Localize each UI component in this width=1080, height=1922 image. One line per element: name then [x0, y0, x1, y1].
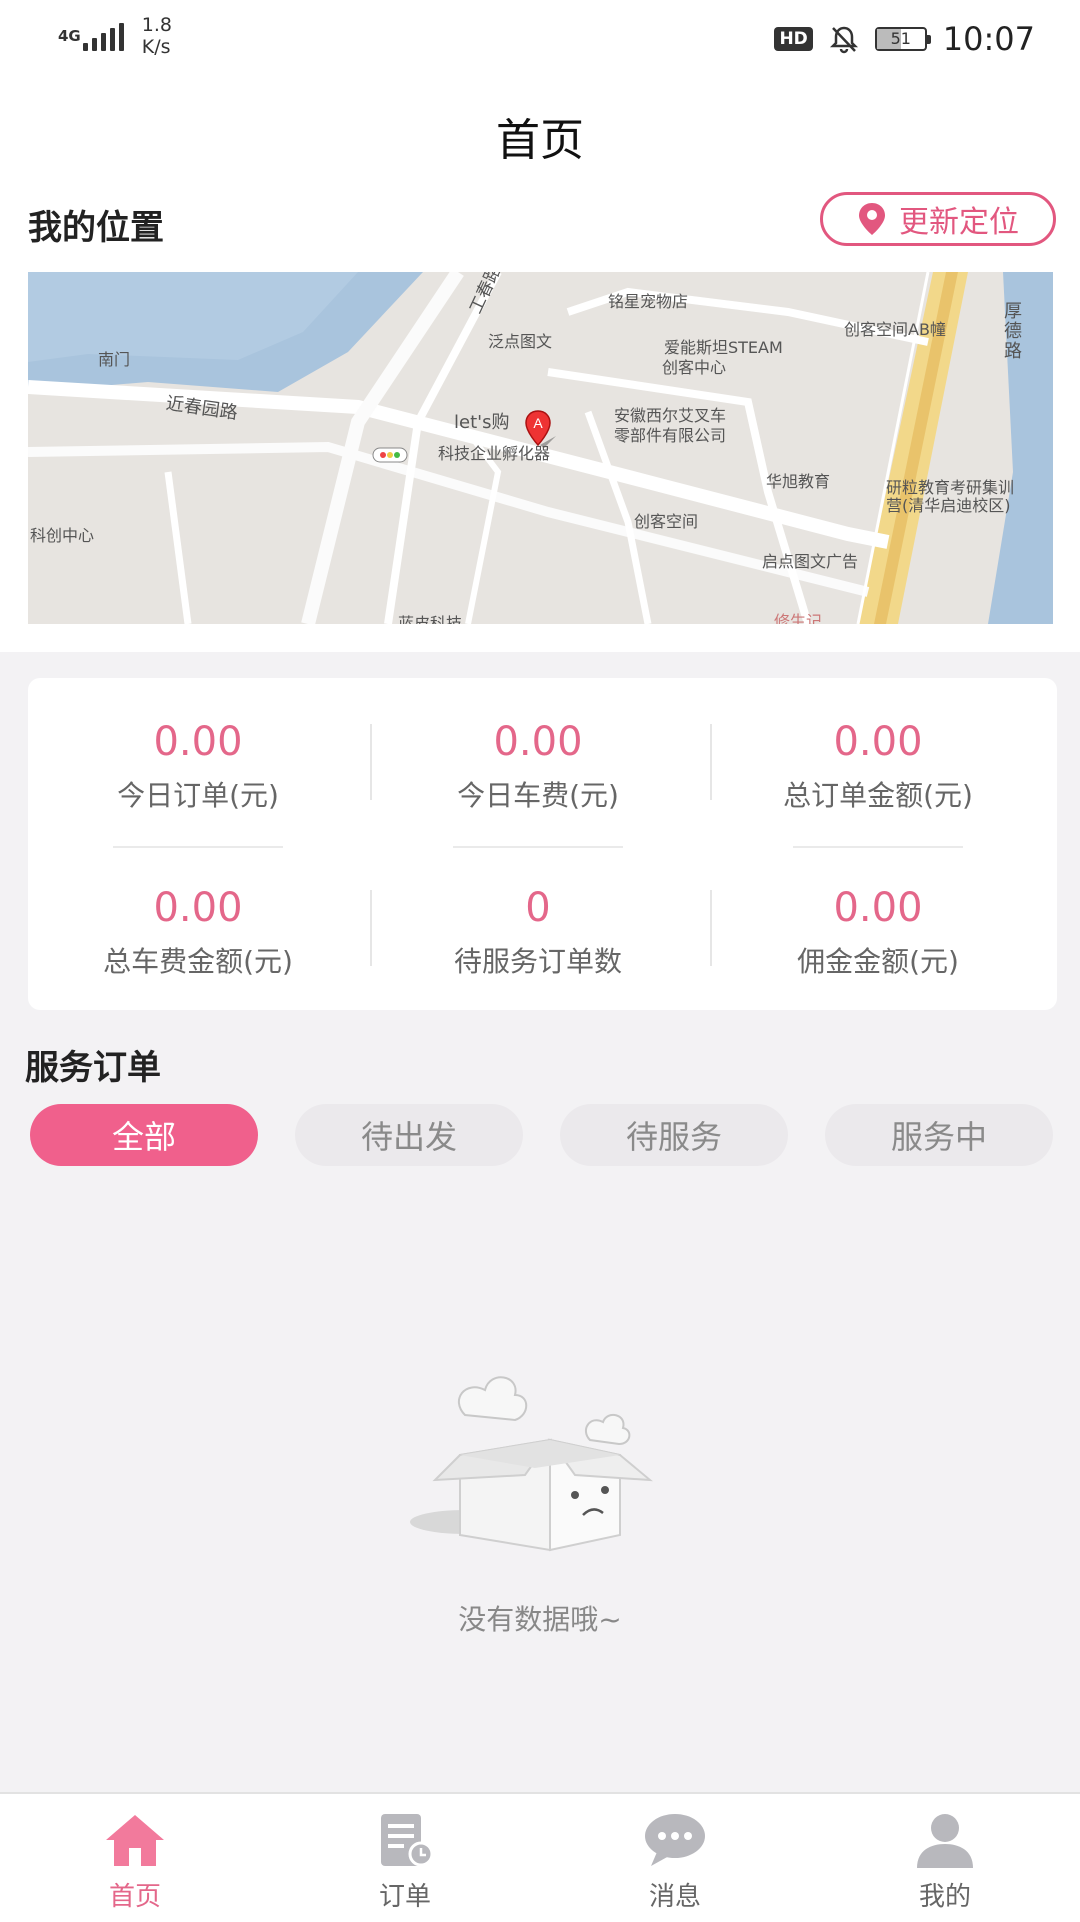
- stat-label: 待服务订单数: [453, 945, 622, 978]
- stat-commission: 0.00 佣金金额(元): [708, 884, 1048, 980]
- battery-level: 51: [890, 29, 911, 48]
- empty-box-icon: [410, 1376, 654, 1552]
- tab-all[interactable]: 全部: [30, 1104, 258, 1166]
- clock: 10:07: [942, 20, 1035, 58]
- status-right: HD 51 10:07: [774, 20, 1035, 58]
- nav-label: 消息: [648, 1882, 701, 1912]
- map-label-lets: let's购: [454, 412, 510, 433]
- nav-label: 订单: [378, 1882, 431, 1912]
- nav-item-orders[interactable]: 订单: [270, 1794, 540, 1922]
- order-icon: [381, 1814, 434, 1867]
- divider: [370, 890, 372, 966]
- header: 首页: [0, 76, 1080, 176]
- stat-value: 0.00: [493, 719, 583, 765]
- network-type: 4G: [58, 27, 81, 45]
- signal-icon: [82, 21, 124, 51]
- stat-label: 今日车费(元): [457, 779, 619, 812]
- location-pin-icon: [859, 203, 885, 235]
- map-label-pet: 铭星宠物店: [608, 292, 689, 311]
- stat-value: 0.00: [833, 719, 923, 765]
- map-label-forklift-co: 零部件有限公司: [614, 426, 727, 445]
- stat-pending-orders: 0 待服务订单数: [368, 884, 708, 980]
- status-bar: 4G 1.8 K/s HD 51 10:07: [0, 0, 1080, 76]
- stat-value: 0.00: [153, 719, 243, 765]
- map-label-huaxu: 华旭教育: [766, 472, 831, 491]
- stat-value: 0.00: [833, 885, 923, 931]
- nav-label: 首页: [108, 1882, 161, 1912]
- map-marker-letter: A: [533, 415, 543, 431]
- location-title: 我的位置: [28, 208, 164, 248]
- map-label-houde: 厚德路: [1004, 301, 1022, 362]
- map-label-yanli-campus: 营(清华启迪校区): [886, 496, 1011, 515]
- divider: [113, 846, 283, 848]
- tab-awaiting-departure[interactable]: 待出发: [295, 1104, 523, 1166]
- update-location-button[interactable]: 更新定位: [820, 192, 1056, 246]
- map-label-qidian: 启点图文广告: [762, 552, 859, 571]
- nav-item-profile[interactable]: 我的: [810, 1794, 1080, 1922]
- service-orders-title: 服务订单: [25, 1048, 161, 1088]
- map-label-kechuang: 科创中心: [30, 526, 95, 545]
- battery-icon: 51: [874, 27, 931, 51]
- empty-state-text: 没有数据哦~: [458, 1603, 622, 1636]
- divider: [710, 890, 712, 966]
- update-location-label: 更新定位: [899, 205, 1019, 240]
- location-section: 我的位置 更新定位 铭星宠物店 泛点图文 爱能斯坦STEAM 创客中心 创客空间…: [0, 176, 1080, 652]
- status-left: 4G 1.8 K/s: [58, 14, 172, 58]
- map-label-fandian: 泛点图文: [488, 332, 553, 351]
- map-label-ab: 创客空间AB幢: [844, 320, 946, 339]
- stat-total-order-amount: 0.00 总订单金额(元): [708, 718, 1048, 814]
- stat-label: 总车费金额(元): [103, 945, 293, 978]
- stat-today-orders: 0.00 今日订单(元): [28, 718, 368, 814]
- stat-today-fare: 0.00 今日车费(元): [368, 718, 708, 814]
- stats-card: 0.00 今日订单(元) 0.00 今日车费(元) 0.00 总订单金额(元) …: [28, 678, 1057, 1010]
- stat-value: 0: [525, 885, 551, 931]
- speed-value: 1.8: [141, 14, 172, 36]
- map-label-chuangke: 创客空间: [634, 512, 699, 531]
- map-label-keji: 蓝皮科技: [398, 614, 463, 624]
- bell-off-icon: [829, 26, 858, 54]
- stat-value: 0.00: [153, 885, 243, 931]
- map-label-steam-center: 创客中心: [662, 358, 727, 377]
- hd-icon: HD: [774, 27, 813, 51]
- stat-label: 总订单金额(元): [783, 779, 973, 812]
- stat-label: 佣金金额(元): [797, 945, 959, 978]
- speed-unit: K/s: [141, 36, 171, 58]
- divider: [793, 846, 963, 848]
- map-label-xiusheng: 修生记: [774, 612, 823, 624]
- network-speed: 1.8 K/s: [142, 14, 172, 58]
- nav-item-messages[interactable]: 消息: [540, 1794, 810, 1922]
- user-icon: [917, 1814, 973, 1868]
- message-icon: [645, 1814, 705, 1866]
- page-title: 首页: [496, 115, 584, 166]
- bottom-nav: 首页 订单 消息 我的: [0, 1792, 1080, 1922]
- divider: [710, 724, 712, 800]
- stat-total-fare-amount: 0.00 总车费金额(元): [28, 884, 368, 980]
- divider: [453, 846, 623, 848]
- tab-in-service[interactable]: 服务中: [825, 1104, 1053, 1166]
- nav-item-home[interactable]: 首页: [0, 1794, 270, 1922]
- tab-awaiting-service[interactable]: 待服务: [560, 1104, 788, 1166]
- map-view[interactable]: 铭星宠物店 泛点图文 爱能斯坦STEAM 创客中心 创客空间AB幢 南门 近春园…: [28, 272, 1053, 624]
- map-marker-icon: A: [525, 410, 556, 448]
- stat-label: 今日订单(元): [117, 779, 279, 812]
- home-icon: [106, 1815, 164, 1866]
- divider: [370, 724, 372, 800]
- nav-label: 我的: [918, 1882, 971, 1912]
- map-label-nanmen: 南门: [98, 350, 131, 369]
